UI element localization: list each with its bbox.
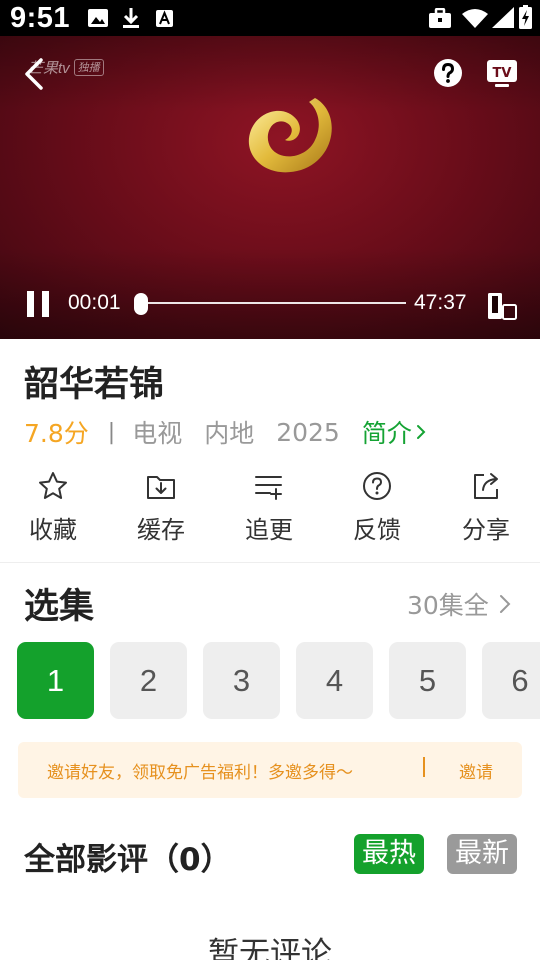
pause-icon[interactable] bbox=[25, 289, 51, 319]
back-icon[interactable] bbox=[20, 56, 50, 92]
follow-updates-button[interactable]: 追更 bbox=[229, 470, 309, 550]
signal-icon bbox=[492, 7, 514, 28]
feedback-button[interactable]: 反馈 bbox=[337, 470, 417, 550]
progress-thumb[interactable] bbox=[134, 293, 148, 315]
status-time: 9:51 bbox=[10, 2, 71, 34]
favorite-label: 收藏 bbox=[29, 516, 77, 544]
meta-separator: | bbox=[107, 419, 116, 445]
sort-hot-button[interactable]: 最热 bbox=[354, 834, 424, 874]
star-icon bbox=[39, 472, 67, 499]
episode-button[interactable]: 2 bbox=[110, 642, 187, 719]
screen-rotate-icon[interactable] bbox=[486, 291, 518, 321]
download-folder-icon bbox=[147, 476, 175, 499]
episode-button[interactable]: 1 bbox=[17, 642, 94, 719]
cache-button[interactable]: 缓存 bbox=[121, 470, 201, 550]
image-icon bbox=[88, 9, 108, 27]
show-score: 7.8分 bbox=[24, 419, 89, 448]
share-label: 分享 bbox=[462, 516, 510, 544]
help-icon[interactable] bbox=[433, 58, 463, 88]
invite-text: 邀请好友，领取免广告福利！多邀多得～ bbox=[47, 763, 353, 783]
tv-cast-icon[interactable]: TV bbox=[486, 58, 518, 88]
episode-button[interactable]: 6 bbox=[482, 642, 540, 719]
episode-button[interactable]: 4 bbox=[296, 642, 373, 719]
invite-link[interactable]: 邀请 bbox=[459, 758, 493, 783]
episodes-total-label: 30集全 bbox=[407, 591, 489, 620]
show-type: 电视 bbox=[132, 419, 183, 448]
show-title: 韶华若锦 bbox=[24, 365, 165, 405]
reviews-title: 全部影评（0） bbox=[24, 842, 232, 878]
episode-button[interactable]: 5 bbox=[389, 642, 466, 719]
help-circle-icon bbox=[363, 472, 391, 500]
chevron-right-icon bbox=[499, 595, 511, 613]
logo-badge: 独播 bbox=[73, 58, 104, 76]
playlist-add-icon bbox=[255, 476, 282, 500]
show-year: 2025 bbox=[276, 417, 340, 447]
show-meta: 7.8分 | 电视 内地 2025 简介 bbox=[24, 416, 426, 448]
battery-charging-icon bbox=[519, 5, 532, 29]
episodes-all-link[interactable]: 30集全 bbox=[407, 586, 511, 622]
briefcase-icon bbox=[429, 8, 451, 28]
favorite-button[interactable]: 收藏 bbox=[13, 470, 93, 550]
intro-label: 简介 bbox=[361, 419, 412, 448]
section-divider bbox=[0, 562, 540, 563]
share-icon bbox=[474, 473, 498, 499]
invite-separator bbox=[423, 757, 425, 777]
font-a-icon bbox=[156, 10, 173, 27]
episodes-title: 选集 bbox=[24, 587, 95, 627]
chevron-right-icon bbox=[416, 425, 426, 439]
progress-bar[interactable] bbox=[140, 302, 406, 304]
status-bar: 9:51 bbox=[0, 0, 540, 36]
sort-new-button[interactable]: 最新 bbox=[447, 834, 517, 874]
video-player[interactable]: 芒果tv 独播 TV 00:01 47:37 bbox=[0, 36, 540, 339]
episode-button[interactable]: 3 bbox=[203, 642, 280, 719]
current-time: 00:01 bbox=[68, 291, 121, 314]
feedback-label: 反馈 bbox=[353, 516, 401, 544]
invite-banner[interactable]: 邀请好友，领取免广告福利！多邀多得～ 邀请 bbox=[18, 742, 522, 798]
total-time: 47:37 bbox=[414, 291, 467, 314]
svg-text:TV: TV bbox=[493, 66, 512, 81]
cache-label: 缓存 bbox=[137, 516, 185, 544]
share-button[interactable]: 分享 bbox=[446, 470, 526, 550]
empty-reviews-text: 暂无评论 bbox=[208, 936, 332, 960]
follow-updates-label: 追更 bbox=[245, 516, 293, 544]
download-icon bbox=[123, 8, 139, 28]
intro-link[interactable]: 简介 bbox=[362, 414, 426, 450]
wifi-icon bbox=[462, 9, 488, 28]
show-region: 内地 bbox=[204, 419, 255, 448]
